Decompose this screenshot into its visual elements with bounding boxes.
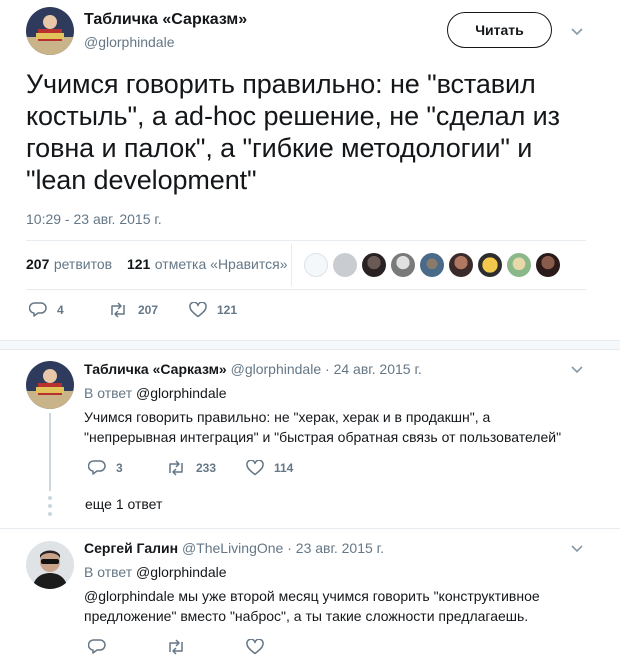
- retweet-arrows-icon: [169, 460, 183, 476]
- liker-avatar[interactable]: [391, 253, 415, 277]
- likes-label[interactable]: отметка «Нравится»: [155, 256, 288, 272]
- divider: [26, 240, 586, 241]
- reply-author-avatar[interactable]: [26, 541, 74, 589]
- retweet-action[interactable]: 207: [108, 302, 158, 318]
- retweet-count: 233: [196, 461, 217, 475]
- reply-text: Учимся говорить правильно: не "херак, хе…: [84, 409, 562, 445]
- thread-dot: [48, 512, 52, 516]
- liker-avatar[interactable]: [362, 253, 386, 277]
- divider: [0, 528, 620, 529]
- reply-author-name[interactable]: Сергей Галин: [84, 540, 178, 556]
- liker-avatar[interactable]: [449, 253, 473, 277]
- reply-bubble-icon: [88, 639, 106, 654]
- reply-text: @glorphindale мы уже второй месяц учимся…: [84, 588, 540, 624]
- retweets-count[interactable]: 207: [26, 256, 49, 272]
- chevron-down-icon[interactable]: [569, 540, 585, 556]
- liker-avatar[interactable]: [333, 253, 357, 277]
- reply-count: 3: [116, 461, 123, 475]
- reply-author-avatar[interactable]: [26, 361, 74, 409]
- liker-avatar[interactable]: [304, 253, 328, 277]
- tweet-stats: 207 ретвитов 121 отметка «Нравится»: [26, 256, 288, 274]
- in-reply-handle[interactable]: @glorphindale: [136, 564, 227, 580]
- likers-avatars: [304, 253, 560, 277]
- in-reply-label: В ответ: [84, 385, 133, 401]
- main-author-name[interactable]: Табличка «Сарказм»: [84, 11, 247, 29]
- reply-bubble-icon: [29, 302, 47, 317]
- liker-avatar[interactable]: [478, 253, 502, 277]
- retweet-arrows-icon: [111, 302, 125, 318]
- in-reply-to: В ответ @glorphindale: [84, 385, 227, 401]
- follow-button[interactable]: Читать: [447, 12, 552, 48]
- like-count: 121: [217, 303, 238, 317]
- heart-outline-icon: [246, 460, 264, 476]
- retweet-arrows-icon: [169, 639, 183, 655]
- reply-author-name[interactable]: Табличка «Сарказм»: [84, 361, 227, 377]
- like-action[interactable]: 121: [189, 302, 237, 318]
- retweet-action[interactable]: [166, 639, 196, 655]
- retweet-action[interactable]: 233: [166, 460, 216, 476]
- reply-action[interactable]: 3: [88, 460, 123, 476]
- like-action[interactable]: 114: [246, 460, 293, 476]
- likes-count[interactable]: 121: [127, 256, 150, 272]
- thread-line: [49, 413, 51, 491]
- liker-avatar[interactable]: [507, 253, 531, 277]
- section-separator: [0, 340, 620, 350]
- reply-action[interactable]: 4: [29, 302, 64, 318]
- reply-date[interactable]: · 24 авг. 2015 г.: [325, 361, 422, 377]
- retweets-label[interactable]: ретвитов: [54, 256, 112, 272]
- like-count: 114: [274, 461, 294, 475]
- main-tweet-timestamp[interactable]: 10:29 - 23 авг. 2015 г.: [26, 211, 162, 227]
- divider: [26, 289, 586, 290]
- liker-avatar[interactable]: [420, 253, 444, 277]
- chevron-down-icon[interactable]: [569, 23, 585, 39]
- main-author-avatar[interactable]: [26, 7, 74, 55]
- chevron-down-icon[interactable]: [569, 361, 585, 377]
- in-reply-handle[interactable]: @glorphindale: [136, 385, 227, 401]
- reply-count: 4: [57, 303, 64, 317]
- liker-avatar[interactable]: [536, 253, 560, 277]
- main-tweet-text: Учимся говорить правильно: не "вставил к…: [26, 69, 560, 195]
- heart-outline-icon: [189, 302, 207, 318]
- stats-separator: [291, 244, 292, 286]
- in-reply-to: В ответ @glorphindale: [84, 564, 227, 580]
- retweet-count: 207: [138, 303, 159, 317]
- reply-header: Сергей Галин @TheLivingOne · 23 авг. 201…: [84, 540, 384, 556]
- reply-header: Табличка «Сарказм» @glorphindale · 24 ав…: [84, 361, 422, 377]
- like-action[interactable]: [246, 639, 274, 655]
- reply-action[interactable]: [88, 639, 116, 655]
- in-reply-label: В ответ: [84, 564, 133, 580]
- main-author-handle[interactable]: @glorphindale: [84, 34, 175, 50]
- thread-dot: [48, 496, 52, 500]
- reply-bubble-icon: [88, 460, 106, 475]
- reply-author-handle[interactable]: @TheLivingOne: [182, 540, 283, 556]
- reply-date[interactable]: · 23 авг. 2015 г.: [287, 540, 384, 556]
- heart-outline-icon: [246, 639, 264, 655]
- thread-dot: [48, 504, 52, 508]
- reply-author-handle[interactable]: @glorphindale: [231, 361, 322, 377]
- more-replies-link[interactable]: еще 1 ответ: [85, 496, 162, 512]
